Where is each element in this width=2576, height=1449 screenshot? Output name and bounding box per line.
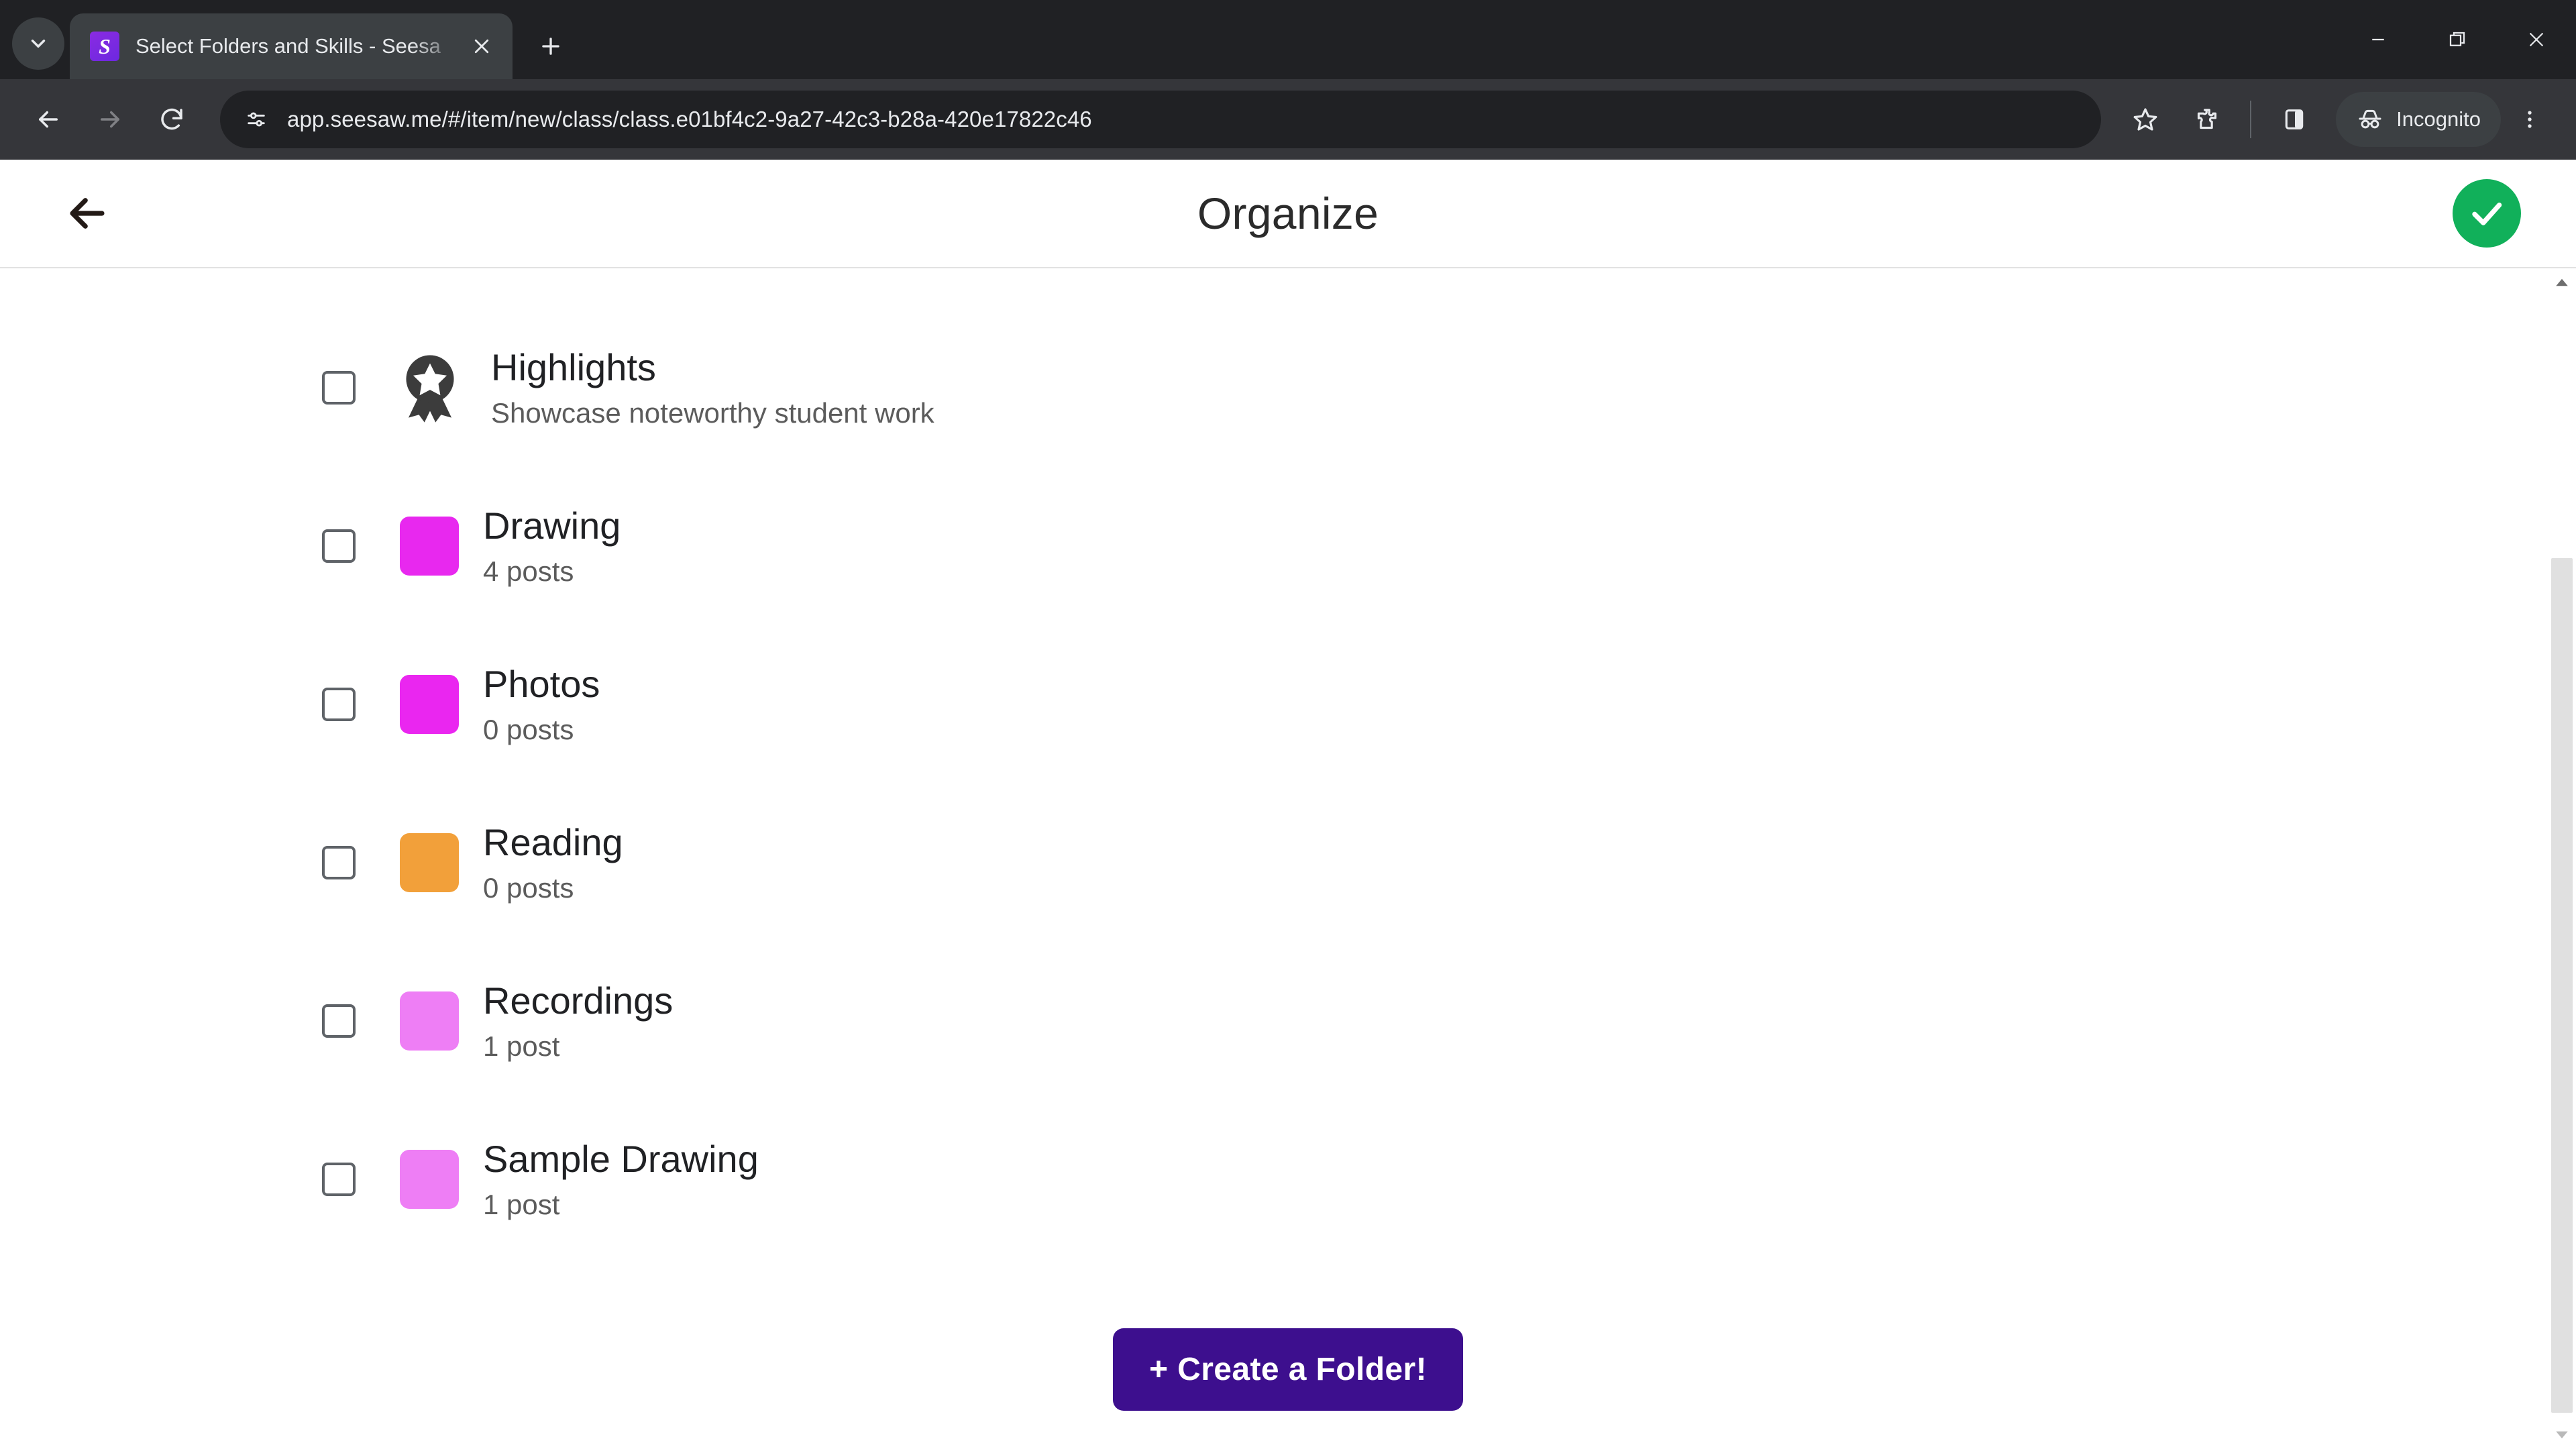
close-icon xyxy=(2530,33,2543,46)
side-panel-icon xyxy=(2285,109,2304,129)
folder-checkbox[interactable] xyxy=(322,1004,356,1038)
check-icon xyxy=(2472,202,2502,225)
folder-name: Sample Drawing xyxy=(483,1137,759,1180)
folder-checkbox[interactable] xyxy=(322,371,356,405)
folder-color-swatch xyxy=(400,1150,459,1209)
reload-button[interactable] xyxy=(141,89,203,150)
award-badge-icon xyxy=(406,355,454,423)
list-item[interactable]: Photos 0 posts xyxy=(322,625,2576,784)
folder-post-count: 1 post xyxy=(483,1189,560,1221)
puzzle-icon xyxy=(2198,109,2217,129)
folder-text: Photos 0 posts xyxy=(483,663,600,746)
incognito-icon xyxy=(2359,109,2381,129)
seesaw-favicon: S xyxy=(90,32,119,61)
folder-text: Highlights Showcase noteworthy student w… xyxy=(491,345,934,429)
folder-checkbox[interactable] xyxy=(322,688,356,721)
folder-name: Drawing xyxy=(483,504,621,547)
new-tab-button[interactable] xyxy=(527,23,574,70)
tab-search-button[interactable] xyxy=(12,17,64,70)
close-window-button[interactable] xyxy=(2497,0,2576,79)
incognito-indicator[interactable]: Incognito xyxy=(2336,92,2501,147)
close-icon xyxy=(474,39,489,54)
forward-arrow-icon xyxy=(101,111,119,128)
folder-text: Reading 0 posts xyxy=(483,820,623,904)
folder-color-swatch xyxy=(400,517,459,576)
window-controls xyxy=(2339,0,2576,79)
folder-name: Reading xyxy=(483,820,623,863)
folder-text: Drawing 4 posts xyxy=(483,504,621,588)
list-item[interactable]: Drawing 4 posts xyxy=(322,467,2576,625)
folder-checkbox[interactable] xyxy=(322,1163,356,1196)
toolbar-divider xyxy=(2250,101,2252,138)
address-bar[interactable]: app.seesaw.me/#/item/new/class/class.e01… xyxy=(220,91,2102,148)
list-item[interactable]: Recordings 1 post xyxy=(322,942,2576,1100)
url-text: app.seesaw.me/#/item/new/class/class.e01… xyxy=(287,107,1092,131)
folder-checkbox[interactable] xyxy=(322,529,356,563)
forward-button[interactable] xyxy=(79,89,141,150)
folder-post-count: 0 posts xyxy=(483,714,574,746)
minimize-button[interactable] xyxy=(2339,0,2418,79)
folder-post-count: 0 posts xyxy=(483,872,574,904)
scrollbar-thumb[interactable] xyxy=(2551,558,2573,1413)
folder-list: Highlights Showcase noteworthy student w… xyxy=(0,268,2576,1258)
browser-window: S Select Folders and Skills - Seesa app.… xyxy=(0,0,2576,1449)
folder-color-swatch xyxy=(400,675,459,734)
folder-name: Photos xyxy=(483,662,600,705)
back-arrow-icon xyxy=(39,111,58,128)
scroll-down-button[interactable] xyxy=(2548,1421,2576,1449)
tab-strip: S Select Folders and Skills - Seesa xyxy=(0,0,2576,79)
folder-checkbox[interactable] xyxy=(322,846,356,879)
back-button[interactable] xyxy=(17,89,79,150)
scroll-up-button[interactable] xyxy=(2548,268,2576,297)
site-info-button[interactable] xyxy=(237,101,275,138)
folder-text: Sample Drawing 1 post xyxy=(483,1138,759,1221)
confirm-button[interactable] xyxy=(2453,179,2521,248)
bookmark-button[interactable] xyxy=(2114,89,2176,150)
triangle-up-icon xyxy=(2556,278,2568,286)
chevron-down-icon xyxy=(31,40,46,48)
plus-icon xyxy=(542,38,559,55)
page-scrollbar[interactable] xyxy=(2548,268,2576,1449)
side-panel-button[interactable] xyxy=(2263,89,2325,150)
list-item[interactable]: Reading 0 posts xyxy=(322,784,2576,942)
reload-icon xyxy=(161,108,182,130)
folder-name: Recordings xyxy=(483,979,674,1022)
minimize-icon xyxy=(2372,38,2384,41)
back-arrow-icon xyxy=(70,198,105,229)
tab-close-button[interactable] xyxy=(463,28,500,65)
folder-post-count: 1 post xyxy=(483,1030,560,1063)
page-title: Organize xyxy=(1197,189,1379,238)
tune-icon xyxy=(248,112,265,127)
folder-name: Highlights xyxy=(491,345,656,388)
scrollbar-track[interactable] xyxy=(2548,297,2576,1421)
folder-subtitle: Showcase noteworthy student work xyxy=(491,397,934,429)
star-icon xyxy=(2133,108,2157,131)
folder-post-count: 4 posts xyxy=(483,555,574,588)
more-vertical-icon xyxy=(2528,111,2532,128)
folder-color-swatch xyxy=(400,833,459,892)
browser-toolbar: app.seesaw.me/#/item/new/class/class.e01… xyxy=(0,79,2576,160)
triangle-down-icon xyxy=(2556,1431,2568,1439)
list-item[interactable]: Sample Drawing 1 post xyxy=(322,1100,2576,1258)
app-header: Organize xyxy=(0,160,2576,267)
restore-icon xyxy=(2449,32,2465,46)
browser-menu-button[interactable] xyxy=(2501,89,2559,150)
page-viewport: Organize Highlights Showcase noteworthy … xyxy=(0,160,2576,1449)
folder-text: Recordings 1 post xyxy=(483,979,674,1063)
create-folder-area: + Create a Folder! xyxy=(0,1328,2576,1411)
create-folder-button[interactable]: + Create a Folder! xyxy=(1112,1328,1463,1411)
restore-button[interactable] xyxy=(2418,0,2497,79)
incognito-label: Incognito xyxy=(2396,107,2481,131)
extensions-button[interactable] xyxy=(2176,89,2238,150)
page-content: Highlights Showcase noteworthy student w… xyxy=(0,268,2576,1449)
folder-color-swatch xyxy=(400,991,459,1051)
page-back-button[interactable] xyxy=(55,181,119,246)
browser-tab[interactable]: S Select Folders and Skills - Seesa xyxy=(70,13,513,79)
award-badge-icon xyxy=(393,351,467,425)
tab-title: Select Folders and Skills - Seesa xyxy=(136,34,441,58)
list-item[interactable]: Highlights Showcase noteworthy student w… xyxy=(322,309,2576,467)
